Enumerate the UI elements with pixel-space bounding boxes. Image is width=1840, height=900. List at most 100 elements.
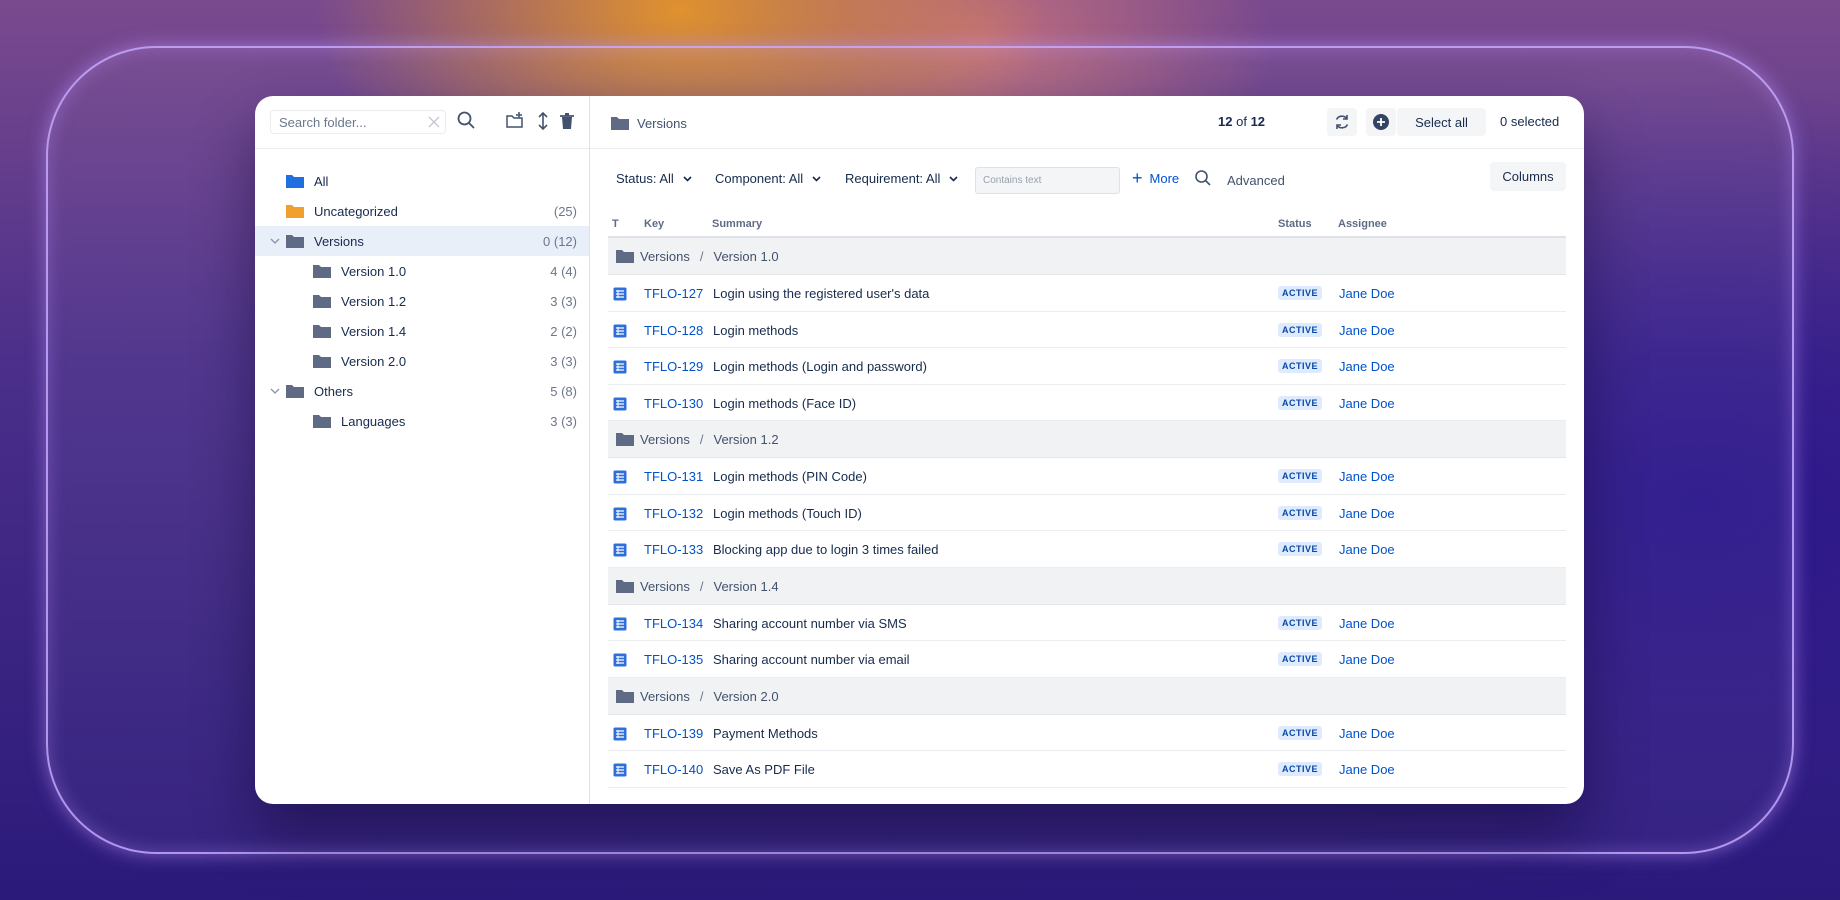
advanced-search-icon[interactable] — [1194, 169, 1212, 187]
row-assignee[interactable]: Jane Doe — [1339, 762, 1395, 777]
sort-icon[interactable] — [533, 111, 553, 131]
clear-icon[interactable] — [427, 115, 441, 129]
status-badge: ACTIVE — [1278, 542, 1323, 556]
test-case-icon — [613, 727, 627, 740]
refresh-button[interactable] — [1327, 108, 1357, 136]
row-key[interactable]: TFLO-139 — [644, 726, 703, 741]
new-folder-icon[interactable] — [505, 111, 525, 131]
group-path: Versions / Version 2.0 — [640, 689, 779, 704]
test-case-icon — [613, 763, 627, 777]
main-panel: Versions 12 of 12 Select all 0 selected … — [590, 96, 1584, 804]
table-row[interactable]: TFLO-134 Sharing account number via SMS AC… — [608, 605, 1566, 641]
row-key[interactable]: TFLO-132 — [644, 506, 703, 521]
column-status[interactable]: Status — [1278, 218, 1312, 230]
row-assignee[interactable]: Jane Doe — [1339, 506, 1395, 521]
column-type[interactable]: T — [612, 218, 619, 230]
delete-folder-icon[interactable] — [557, 111, 577, 131]
breadcrumb[interactable]: Versions — [610, 115, 687, 131]
tree-item[interactable]: Others 5 (8) — [255, 376, 589, 406]
row-assignee[interactable]: Jane Doe — [1339, 542, 1395, 557]
row-key[interactable]: TFLO-140 — [644, 762, 703, 777]
row-assignee[interactable]: Jane Doe — [1339, 286, 1395, 301]
table-row[interactable]: TFLO-129 Login methods (Login and passwor… — [608, 348, 1566, 385]
search-icon[interactable] — [456, 110, 476, 130]
requirement-filter-label: Requirement: All — [845, 171, 941, 186]
group-name: Version 2.0 — [713, 688, 779, 704]
component-filter[interactable]: Component: All — [715, 171, 821, 186]
group-row[interactable]: Versions / Version 1.2 — [608, 421, 1566, 458]
row-assignee[interactable]: Jane Doe — [1339, 323, 1395, 338]
column-assignee[interactable]: Assignee — [1338, 218, 1387, 230]
group-path: Versions / Version 1.0 — [640, 249, 779, 264]
test-case-icon — [613, 397, 627, 410]
status-badge: ACTIVE — [1278, 762, 1323, 776]
chevron-down-icon — [949, 175, 958, 182]
folder-sidebar: AllUncategorized(25)Versions0 (12)Versio… — [255, 96, 590, 804]
more-filters-button[interactable]: + More — [1132, 169, 1179, 187]
chevron-down-icon[interactable] — [269, 235, 281, 247]
table-row[interactable]: TFLO-131 Login methods (PIN Code) ACTIVE Ja… — [608, 458, 1566, 495]
tree-item-label: All — [314, 174, 329, 189]
contains-text-box — [975, 167, 1120, 194]
group-row[interactable]: Versions / Version 2.0 — [608, 677, 1566, 715]
group-name: Version 1.2 — [713, 432, 779, 447]
row-key[interactable]: TFLO-133 — [644, 542, 703, 557]
tree-item[interactable]: Version 1.4 2 (2) — [255, 316, 589, 346]
table-row[interactable]: TFLO-130 Login methods (Face ID) ACTIVE Jan… — [608, 385, 1566, 421]
table-row[interactable]: TFLO-133 Blocking app due to login 3 time… — [608, 531, 1566, 568]
group-row[interactable]: Versions / Version 1.4 — [608, 567, 1566, 605]
select-all-button[interactable]: Select all — [1397, 108, 1486, 136]
row-assignee[interactable]: Jane Doe — [1339, 359, 1395, 374]
table-row[interactable]: TFLO-140 Save As PDF File ACTIVE Jane Doe — [608, 751, 1566, 788]
tree-item[interactable]: Uncategorized (25) — [255, 196, 589, 226]
row-key[interactable]: TFLO-129 — [644, 359, 703, 374]
row-assignee[interactable]: Jane Doe — [1339, 396, 1395, 411]
advanced-link[interactable]: Advanced — [1227, 173, 1285, 188]
tree-item-label: Version 1.4 — [341, 324, 407, 339]
row-assignee[interactable]: Jane Doe — [1339, 726, 1395, 741]
status-filter[interactable]: Status: All — [616, 171, 692, 186]
row-key[interactable]: TFLO-134 — [644, 616, 703, 631]
row-key[interactable]: TFLO-131 — [644, 469, 703, 484]
tree-item[interactable]: All — [255, 166, 589, 196]
table-row[interactable]: TFLO-127 Login using the registered user'… — [608, 275, 1566, 312]
contains-text-input[interactable] — [976, 168, 1119, 193]
folder-icon — [616, 579, 634, 593]
row-summary: Payment Methods — [713, 725, 818, 741]
status-badge: ACTIVE — [1278, 652, 1323, 666]
column-key[interactable]: Key — [644, 218, 664, 230]
group-row[interactable]: Versions / Version 1.0 — [608, 238, 1566, 275]
tree-item[interactable]: Version 1.0 4 (4) — [255, 256, 589, 286]
folder-search-box — [270, 110, 446, 134]
table-row[interactable]: TFLO-132 Login methods (Touch ID) ACTIVE Ja… — [608, 495, 1566, 531]
row-key[interactable]: TFLO-130 — [644, 396, 703, 411]
row-assignee[interactable]: Jane Doe — [1339, 616, 1395, 631]
chevron-down-icon[interactable] — [269, 385, 281, 397]
test-cases-table: T Key Summary Status Assignee Versions / V… — [608, 208, 1566, 788]
tree-item[interactable]: Languages 3 (3) — [255, 406, 589, 436]
tree-item[interactable]: Versions 0 (12) — [255, 226, 589, 256]
add-button[interactable] — [1366, 108, 1396, 136]
tree-item[interactable]: Version 2.0 3 (3) — [255, 346, 589, 376]
tree-item-count: 3 (3) — [550, 294, 577, 309]
table-row[interactable]: TFLO-128 Login methods ACTIVE Jane Doe — [608, 312, 1566, 348]
requirement-filter[interactable]: Requirement: All — [845, 171, 958, 186]
column-summary[interactable]: Summary — [712, 218, 762, 230]
test-case-icon — [613, 543, 627, 557]
folder-search-input[interactable] — [271, 111, 421, 133]
tree-item[interactable]: Version 1.2 3 (3) — [255, 286, 589, 316]
table-row[interactable]: TFLO-135 Sharing account number via email… — [608, 641, 1566, 678]
row-assignee[interactable]: Jane Doe — [1339, 652, 1395, 667]
row-key[interactable]: TFLO-135 — [644, 652, 703, 667]
row-assignee[interactable]: Jane Doe — [1339, 469, 1395, 484]
test-case-icon — [613, 507, 627, 520]
group-path: Versions / Version 1.2 — [640, 432, 779, 447]
folder-icon — [286, 175, 304, 188]
table-row[interactable]: TFLO-139 Payment Methods ACTIVE Jane Doe — [608, 715, 1566, 751]
folder-icon — [313, 355, 331, 368]
row-key[interactable]: TFLO-128 — [644, 323, 703, 338]
sidebar-toolbar — [255, 96, 589, 149]
selected-count: 0 selected — [1500, 114, 1560, 129]
row-key[interactable]: TFLO-127 — [644, 286, 703, 301]
columns-button[interactable]: Columns — [1490, 162, 1566, 191]
